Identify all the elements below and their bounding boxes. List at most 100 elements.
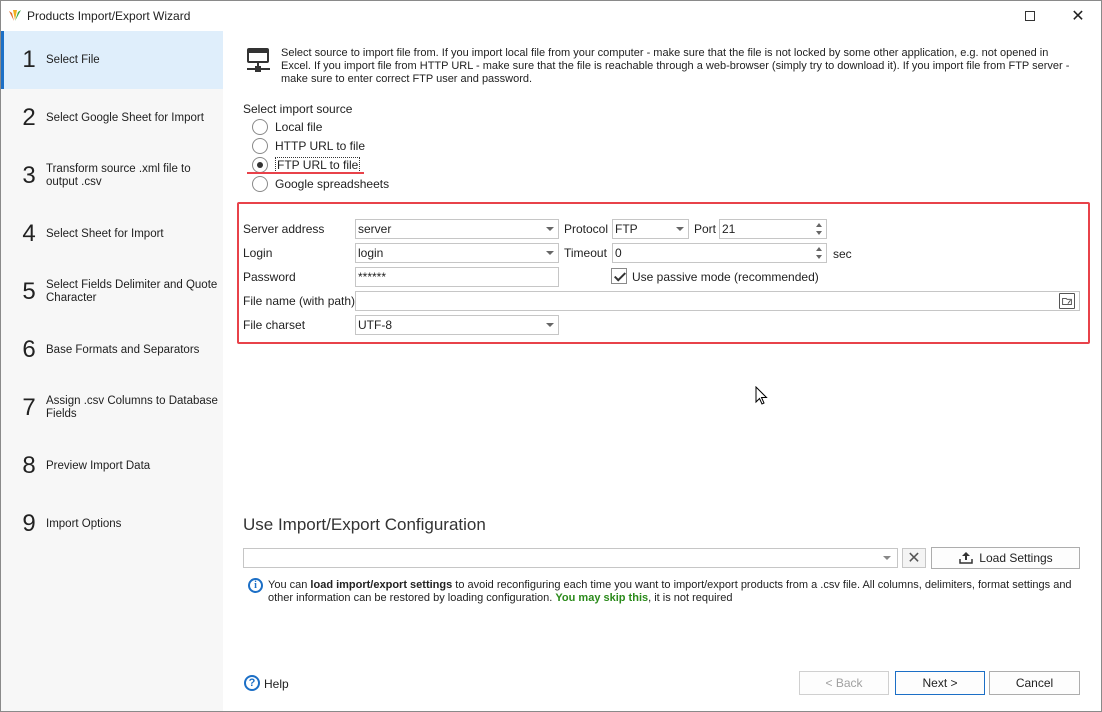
login-combo[interactable]: login bbox=[355, 243, 559, 263]
wizard-window: Products Import/Export Wizard ✕ 1 Select… bbox=[0, 0, 1102, 712]
radio-button[interactable] bbox=[252, 119, 268, 135]
close-icon: ✕ bbox=[907, 550, 921, 567]
chevron-down-icon[interactable] bbox=[546, 227, 554, 231]
skip-hint-text: You may skip this bbox=[555, 592, 649, 604]
step-number: 1 bbox=[22, 46, 36, 73]
spin-up-icon[interactable] bbox=[816, 223, 822, 227]
server-address-value: server bbox=[358, 222, 392, 236]
radio-button[interactable] bbox=[252, 138, 268, 154]
title-bar: Products Import/Export Wizard ✕ bbox=[1, 1, 1101, 31]
hint-text: You can bbox=[268, 579, 311, 591]
close-icon: ✕ bbox=[1071, 8, 1085, 25]
port-value: 21 bbox=[722, 222, 736, 236]
step-transform-xml[interactable]: 3 Transform source .xml file to output .… bbox=[1, 147, 223, 205]
file-charset-label: File charset bbox=[243, 318, 306, 332]
port-stepper[interactable]: 21 bbox=[719, 219, 827, 239]
password-value: ****** bbox=[358, 270, 387, 284]
step-label: Import Options bbox=[46, 517, 122, 530]
step-delimiter[interactable]: 5 Select Fields Delimiter and Quote Char… bbox=[1, 263, 223, 321]
radio-button-selected[interactable] bbox=[252, 157, 268, 173]
protocol-label: Protocol bbox=[564, 222, 609, 236]
config-section-title: Use Import/Export Configuration bbox=[243, 515, 486, 534]
import-source-label: Select import source bbox=[243, 102, 353, 116]
next-button[interactable]: Next > bbox=[895, 671, 985, 695]
timeout-stepper[interactable]: 0 bbox=[612, 243, 827, 263]
step-select-sheet[interactable]: 4 Select Sheet for Import bbox=[1, 205, 223, 263]
spin-down-icon[interactable] bbox=[816, 231, 822, 235]
step-number: 8 bbox=[22, 452, 36, 479]
radio-http-url[interactable]: HTTP URL to file bbox=[252, 137, 365, 155]
step-number: 4 bbox=[22, 220, 36, 247]
step-assign-columns[interactable]: 7 Assign .csv Columns to Database Fields bbox=[1, 379, 223, 437]
cancel-button[interactable]: Cancel bbox=[989, 671, 1080, 695]
step-label: Transform source .xml file to output .cs… bbox=[46, 163, 191, 188]
step-number: 3 bbox=[22, 162, 36, 189]
maximize-button[interactable] bbox=[1007, 1, 1053, 31]
radio-label: Google spreadsheets bbox=[275, 177, 390, 191]
clear-config-button[interactable]: ✕ bbox=[902, 548, 926, 568]
intro-description: Select source to import file from. If yo… bbox=[281, 47, 1070, 85]
password-field[interactable]: ****** bbox=[355, 267, 559, 287]
config-hint: You can load import/export settings to a… bbox=[268, 579, 1078, 605]
step-label: Select Google Sheet for Import bbox=[46, 111, 204, 124]
step-label: Preview Import Data bbox=[46, 459, 151, 472]
radio-local-file[interactable]: Local file bbox=[252, 118, 322, 136]
step-label: Select Sheet for Import bbox=[46, 227, 164, 240]
radio-label: FTP URL to file bbox=[275, 157, 361, 173]
radio-google-spreadsheets[interactable]: Google spreadsheets bbox=[252, 175, 389, 193]
server-address-label: Server address bbox=[243, 222, 325, 236]
login-value: login bbox=[358, 246, 384, 260]
radio-label: Local file bbox=[275, 120, 323, 134]
protocol-value: FTP bbox=[615, 222, 638, 236]
step-select-file[interactable]: 1 Select File bbox=[1, 31, 223, 89]
back-button[interactable]: < Back bbox=[799, 671, 889, 695]
highlight-underline bbox=[247, 172, 364, 174]
hint-text: , it is not required bbox=[648, 592, 733, 604]
step-select-google-sheet[interactable]: 2 Select Google Sheet for Import bbox=[1, 89, 223, 147]
radio-label: HTTP URL to file bbox=[275, 139, 366, 153]
step-base-formats[interactable]: 6 Base Formats and Separators bbox=[1, 321, 223, 379]
password-label: Password bbox=[243, 270, 296, 284]
passive-mode-label: Use passive mode (recommended) bbox=[632, 270, 819, 284]
timeout-label: Timeout bbox=[564, 246, 607, 260]
window-title: Products Import/Export Wizard bbox=[27, 9, 191, 23]
upload-icon bbox=[959, 552, 974, 564]
spin-up-icon[interactable] bbox=[816, 247, 822, 251]
spin-down-icon[interactable] bbox=[816, 255, 822, 259]
maximize-icon bbox=[1025, 11, 1035, 21]
passive-mode-checkbox[interactable] bbox=[611, 268, 627, 284]
file-name-input[interactable] bbox=[355, 291, 1080, 311]
close-button[interactable]: ✕ bbox=[1055, 1, 1101, 31]
step-label: Select Fields Delimiter and Quote Charac… bbox=[46, 279, 218, 304]
chevron-down-icon[interactable] bbox=[883, 556, 891, 560]
load-settings-label: Load Settings bbox=[979, 551, 1053, 565]
help-icon[interactable]: ? bbox=[244, 675, 260, 691]
chevron-down-icon[interactable] bbox=[546, 323, 554, 327]
step-number: 6 bbox=[22, 336, 36, 363]
hint-bold-text: load import/export settings bbox=[310, 579, 453, 591]
file-charset-select[interactable]: UTF-8 bbox=[355, 315, 559, 335]
login-label: Login bbox=[243, 246, 273, 260]
browse-folder-icon[interactable] bbox=[1059, 293, 1075, 309]
network-icon bbox=[247, 48, 270, 72]
step-number: 5 bbox=[22, 278, 36, 305]
mouse-cursor-icon bbox=[755, 386, 768, 405]
step-number: 9 bbox=[22, 510, 36, 537]
chevron-down-icon[interactable] bbox=[546, 251, 554, 255]
protocol-select[interactable]: FTP bbox=[612, 219, 689, 239]
port-label: Port bbox=[694, 222, 717, 236]
steps-sidebar: 1 Select File 2 Select Google Sheet for … bbox=[1, 31, 223, 711]
step-preview[interactable]: 8 Preview Import Data bbox=[1, 437, 223, 495]
chevron-down-icon[interactable] bbox=[676, 227, 684, 231]
config-select[interactable] bbox=[243, 548, 898, 568]
load-settings-button[interactable]: Load Settings bbox=[931, 547, 1080, 569]
help-link[interactable]: Help bbox=[264, 677, 289, 691]
step-label: Assign .csv Columns to Database Fields bbox=[46, 395, 218, 420]
app-logo-icon bbox=[9, 10, 21, 21]
step-import-options[interactable]: 9 Import Options bbox=[1, 495, 223, 553]
radio-button[interactable] bbox=[252, 176, 268, 192]
step-number: 2 bbox=[22, 104, 36, 131]
server-address-combo[interactable]: server bbox=[355, 219, 559, 239]
step-label: Select File bbox=[46, 53, 100, 66]
timeout-value: 0 bbox=[615, 246, 622, 260]
